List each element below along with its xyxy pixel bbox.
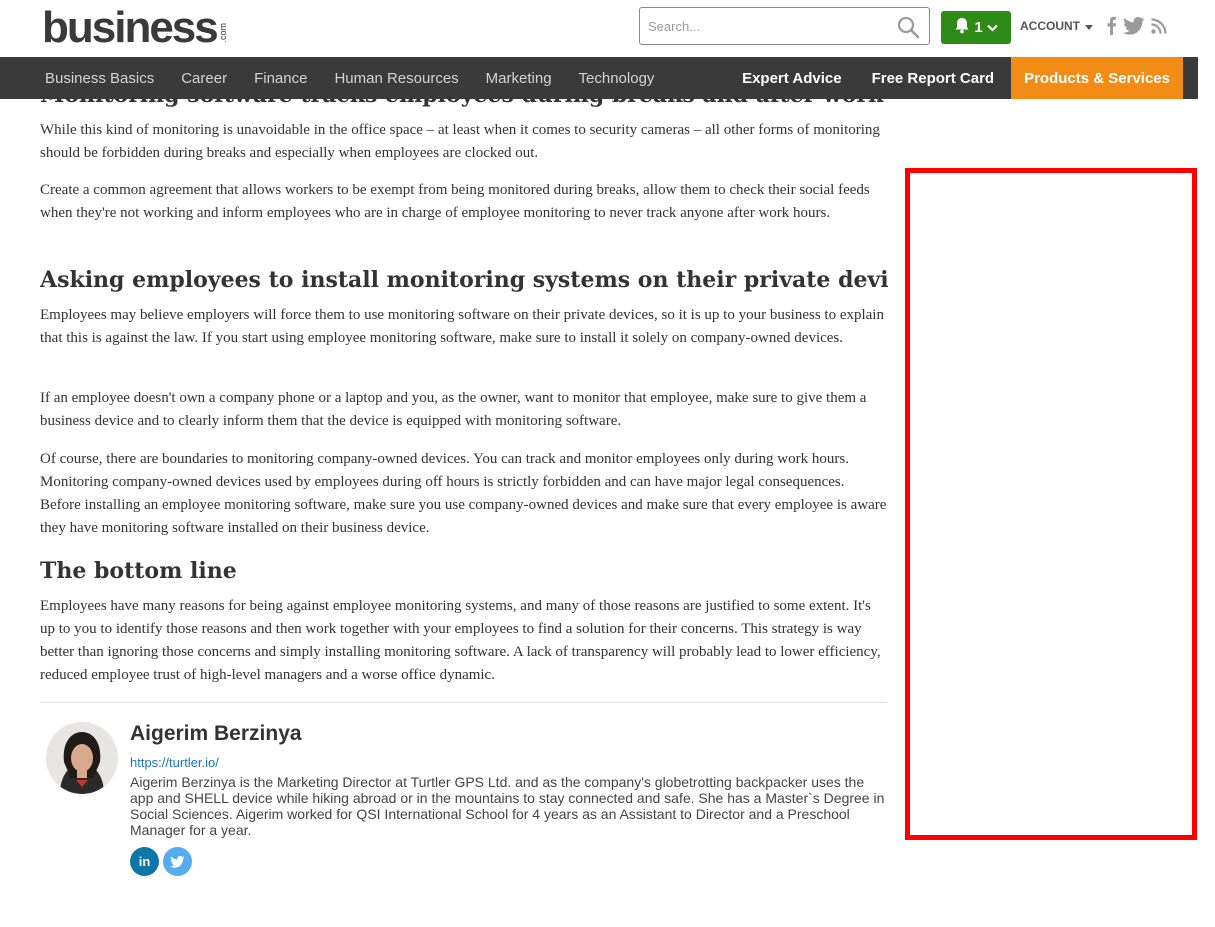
nav-item-technology[interactable]: Technology — [579, 70, 655, 87]
chevron-down-icon — [986, 19, 998, 36]
account-label: ACCOUNT — [1020, 19, 1080, 33]
twitter-icon[interactable] — [1123, 16, 1145, 35]
author-social-links: in — [130, 847, 192, 876]
nav-item-finance[interactable]: Finance — [254, 70, 307, 87]
bell-icon — [954, 17, 970, 38]
nav-item-expert-advice[interactable]: Expert Advice — [742, 70, 842, 87]
nav-item-career[interactable]: Career — [181, 70, 227, 87]
nav-item-human-resources[interactable]: Human Resources — [334, 70, 458, 87]
social-links-header — [1105, 16, 1167, 35]
notifications-button[interactable]: 1 — [941, 11, 1011, 44]
logo-text: business — [42, 3, 219, 52]
author-website-link[interactable]: https://turtler.io/ — [130, 755, 219, 770]
author-divider — [40, 702, 887, 703]
notification-count: 1 — [974, 19, 983, 36]
facebook-icon[interactable] — [1105, 16, 1117, 35]
nav-item-free-report-card[interactable]: Free Report Card — [872, 70, 995, 87]
linkedin-icon[interactable]: in — [130, 847, 159, 876]
linkedin-label: in — [138, 854, 151, 869]
site-logo[interactable]: business .com — [42, 4, 228, 52]
main-nav: Business Basics Career Finance Human Res… — [0, 57, 1198, 99]
paragraph: While this kind of monitoring is unavoid… — [40, 122, 880, 161]
logo-suffix: .com — [217, 23, 228, 43]
paragraph: Of course, there are boundaries to monit… — [40, 451, 887, 536]
section-heading-breaks: Monitoring software tracks employees dur… — [40, 99, 883, 108]
nav-item-business-basics[interactable]: Business Basics — [45, 70, 154, 87]
search-box — [639, 7, 930, 45]
author-avatar — [46, 722, 118, 794]
search-icon[interactable] — [896, 15, 920, 39]
paragraph: Employees may believe employers will for… — [40, 307, 884, 346]
section-heading-bottom-line: The bottom line — [40, 558, 237, 584]
search-input[interactable] — [648, 16, 888, 36]
nav-item-products-services[interactable]: Products & Services — [1011, 57, 1183, 99]
paragraph: If an employee doesn't own a company pho… — [40, 390, 867, 429]
nav-featured: Expert Advice Free Report Card Products … — [742, 57, 1183, 99]
top-header: business .com 1 ACCOUNT — [0, 0, 1215, 57]
paragraph: Employees have many reasons for being ag… — [40, 598, 881, 683]
author-bio: Aigerim Berzinya is the Marketing Direct… — [130, 774, 885, 838]
nav-item-marketing[interactable]: Marketing — [486, 70, 552, 87]
section-heading-private-devices: Asking employees to install monitoring s… — [40, 267, 888, 293]
author-name: Aigerim Berzinya — [130, 722, 302, 745]
article-body: Monitoring software tracks employees dur… — [40, 99, 888, 703]
account-menu[interactable]: ACCOUNT — [1020, 19, 1093, 33]
sidebar-ad-placeholder — [905, 168, 1197, 840]
nav-categories: Business Basics Career Finance Human Res… — [45, 57, 681, 99]
paragraph: Create a common agreement that allows wo… — [40, 182, 870, 221]
twitter-icon[interactable] — [163, 847, 192, 876]
caret-down-icon — [1085, 19, 1093, 33]
rss-icon[interactable] — [1151, 17, 1167, 34]
